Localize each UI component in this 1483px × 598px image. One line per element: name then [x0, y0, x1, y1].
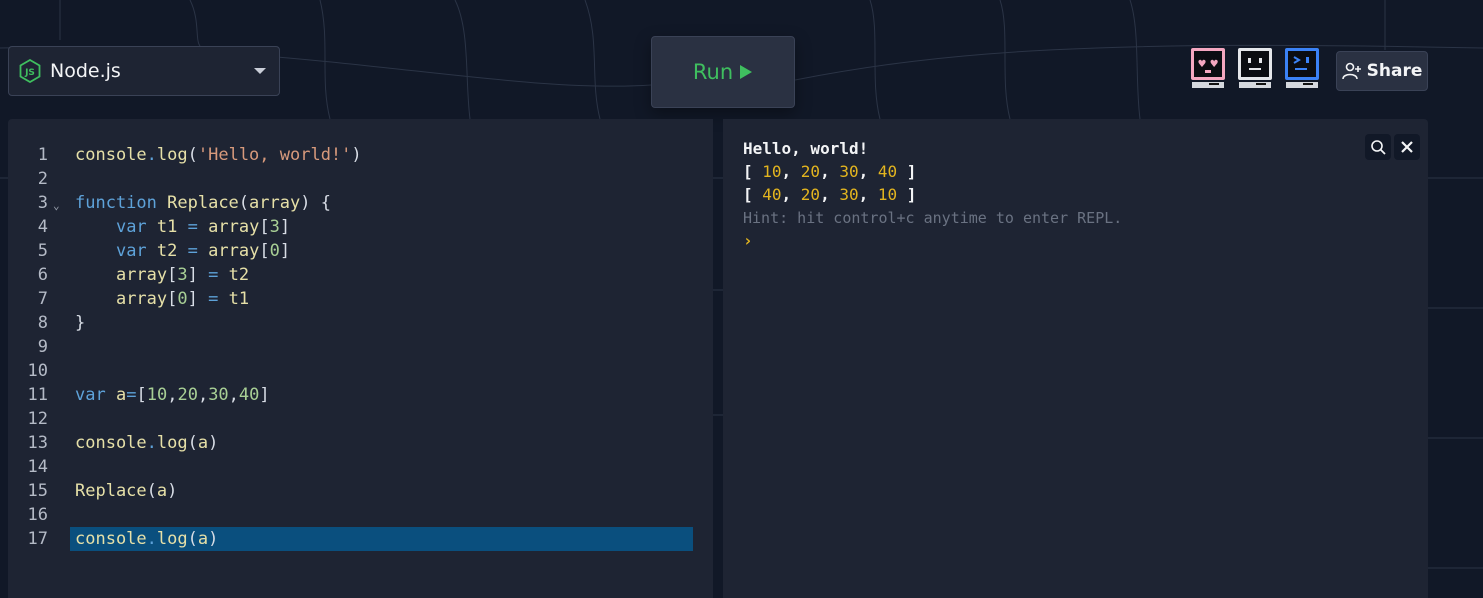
code-line[interactable]: 15 Replace(a) — [8, 479, 713, 503]
code-text: var t2 = array[0] — [115, 241, 291, 261]
console-tools — [1365, 134, 1420, 160]
line-number: 12 — [27, 409, 48, 429]
run-label: Run — [692, 60, 734, 84]
close-icon — [1401, 141, 1413, 153]
code-line[interactable]: 2 — [8, 167, 713, 191]
console-array-line: [ 40, 20, 30, 10 ] — [743, 185, 917, 204]
code-text: array[3] = t2 — [115, 265, 250, 285]
code-lines: 1 console.log('Hello, world!') 2 3 ⌄ function… — [8, 143, 713, 551]
line-number: 7 — [37, 289, 48, 309]
line-number: 14 — [27, 457, 48, 477]
user-plus-icon — [1341, 62, 1362, 80]
console-output[interactable]: Hello, world! [ 10, 20, 30, 40 ] [ 40, 2… — [723, 119, 1428, 598]
array-value: 40 — [762, 185, 782, 204]
collaborator-avatars: ♥ ♥ — [1189, 46, 1321, 92]
line-number: 6 — [37, 265, 48, 285]
code-line[interactable]: 12 — [8, 407, 713, 431]
array-value: 20 — [800, 185, 821, 204]
svg-text:♥ ♥: ♥ ♥ — [1197, 59, 1218, 70]
code-editor[interactable]: 1 console.log('Hello, world!') 2 3 ⌄ function… — [8, 119, 713, 598]
array-value: 20 — [800, 162, 821, 181]
array-value: 30 — [839, 185, 859, 204]
array-open: [ — [743, 185, 763, 204]
code-line[interactable]: 16 — [8, 503, 713, 527]
array-value: 40 — [877, 162, 898, 181]
code-line[interactable]: 11 var a=[10,20,30,40] — [8, 383, 713, 407]
neutral-face-computer-avatar[interactable] — [1236, 46, 1274, 92]
line-number: 3 — [37, 193, 48, 213]
code-line[interactable]: 3 ⌄ function Replace(array) { — [8, 191, 713, 215]
code-line[interactable]: 10 — [8, 359, 713, 383]
line-number: 2 — [37, 169, 48, 189]
array-value: 30 — [839, 162, 859, 181]
code-line[interactable]: 1 console.log('Hello, world!') — [8, 143, 713, 167]
fold-chevron-icon[interactable]: ⌄ — [53, 199, 60, 212]
code-text: function Replace(array) { — [75, 193, 331, 213]
code-text: } — [75, 313, 86, 333]
heart-eyes-computer-avatar[interactable]: ♥ ♥ — [1189, 46, 1227, 92]
code-text: Replace(a) — [75, 481, 178, 501]
nodejs-icon: JS — [19, 59, 41, 83]
repl-hint: Hint: hit control+c anytime to enter REP… — [743, 208, 1123, 227]
share-label: Share — [1366, 61, 1423, 81]
code-line[interactable]: 14 — [8, 455, 713, 479]
code-line[interactable]: 7 array[0] = t1 — [8, 287, 713, 311]
line-number: 11 — [27, 385, 48, 405]
code-line[interactable]: 8} — [8, 311, 713, 335]
console-line: Hello, world! — [743, 139, 869, 158]
line-number: 17 — [27, 529, 48, 549]
console-close-button[interactable] — [1394, 134, 1420, 160]
share-button[interactable]: Share — [1336, 51, 1428, 91]
code-line[interactable]: 17 console.log(a) — [8, 527, 713, 551]
play-icon — [739, 64, 753, 80]
terminal-prompt-computer-avatar[interactable] — [1283, 46, 1321, 92]
code-text: var t1 = array[3] — [115, 217, 291, 237]
language-select[interactable]: JS Node.js — [8, 46, 280, 96]
line-number: 8 — [37, 313, 48, 333]
array-open: [ — [743, 162, 763, 181]
code-text: array[0] = t1 — [115, 289, 250, 309]
array-value: 10 — [877, 185, 898, 204]
line-number: 1 — [37, 145, 48, 165]
array-close: ] — [897, 162, 917, 181]
search-icon — [1371, 140, 1386, 155]
code-line[interactable]: 6 array[3] = t2 — [8, 263, 713, 287]
code-text: console.log('Hello, world!') — [75, 145, 362, 165]
repl-prompt[interactable]: › — [743, 229, 753, 252]
code-line[interactable]: 9 — [8, 335, 713, 359]
array-value: 10 — [762, 162, 782, 181]
line-number: 4 — [37, 217, 48, 237]
code-line[interactable]: 4 var t1 = array[3] — [8, 215, 713, 239]
code-text: console.log(a) — [75, 529, 219, 549]
array-close: ] — [897, 185, 917, 204]
chevron-down-icon — [253, 67, 267, 76]
line-number: 10 — [27, 361, 48, 381]
svg-text:JS: JS — [24, 68, 35, 78]
code-line[interactable]: 5 var t2 = array[0] — [8, 239, 713, 263]
line-number: 15 — [27, 481, 48, 501]
console-array-line: [ 10, 20, 30, 40 ] — [743, 162, 917, 181]
code-line[interactable]: 13 console.log(a) — [8, 431, 713, 455]
line-number: 5 — [37, 241, 48, 261]
code-text: console.log(a) — [75, 433, 219, 453]
run-button[interactable]: Run — [651, 36, 795, 108]
language-label: Node.js — [50, 60, 121, 82]
console-search-button[interactable] — [1365, 134, 1391, 160]
code-text: var a=[10,20,30,40] — [75, 385, 270, 405]
line-number: 13 — [27, 433, 48, 453]
line-number: 9 — [37, 337, 48, 357]
line-number: 16 — [27, 505, 48, 525]
